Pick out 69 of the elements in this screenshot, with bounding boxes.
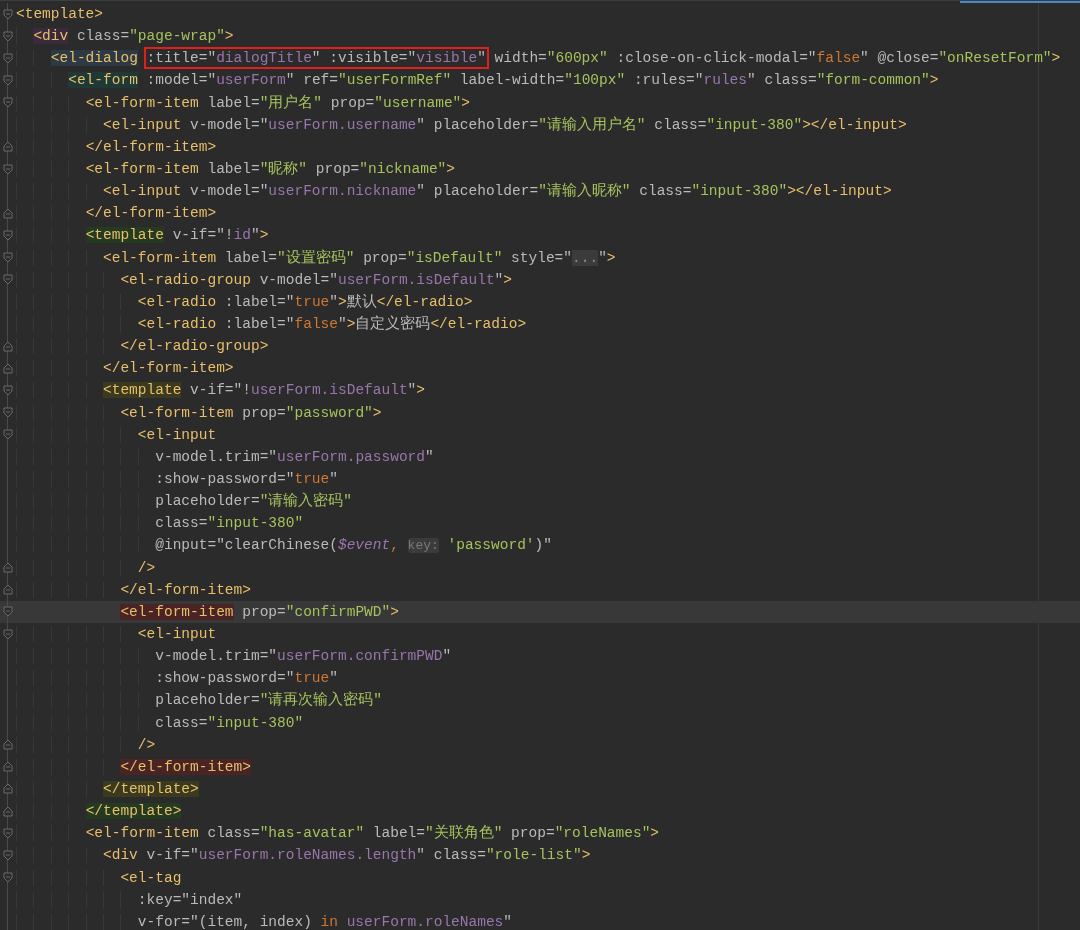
code-line: </el-form-item> xyxy=(16,136,217,157)
fold-icon[interactable] xyxy=(3,783,13,795)
code-line: @input="clearChinese($event, key: 'password')" xyxy=(16,534,552,556)
code-line: <el-radio :label="true">默认</el-radio> xyxy=(16,291,473,312)
code-line: v-for="(item, index) in userForm.roleNames" xyxy=(16,911,512,930)
code-line: <template v-if="!id"> xyxy=(16,225,269,246)
fold-icon[interactable] xyxy=(3,163,13,175)
code-line: /> xyxy=(16,557,156,578)
fold-icon[interactable] xyxy=(3,407,13,419)
code-line: <el-dialog :title="dialogTitle" :visible="visible" width="600px" :close-on-click-modal="false" @close="onResetForm"> xyxy=(16,48,1061,69)
code-line: </el-form-item> xyxy=(16,579,251,600)
fold-icon[interactable] xyxy=(3,97,13,109)
fold-icon[interactable] xyxy=(3,252,13,264)
code-line: </el-radio-group> xyxy=(16,336,269,357)
code-line: <el-form-item label="用户名" prop="username"> xyxy=(16,92,470,113)
code-line: class="input-380" xyxy=(16,513,304,534)
code-line: /> xyxy=(16,734,156,755)
fold-icon[interactable] xyxy=(3,384,13,396)
fold-icon[interactable] xyxy=(3,606,13,618)
fold-icon[interactable] xyxy=(3,141,13,153)
code-line: </el-form-item> xyxy=(16,358,234,379)
code-line: <div v-if="userForm.roleNames.length" class="role-list"> xyxy=(16,845,591,866)
fold-icon[interactable] xyxy=(3,52,13,64)
code-line: v-model.trim="userForm.confirmPWD" xyxy=(16,646,452,667)
code-line: <el-input xyxy=(16,624,217,644)
fold-icon[interactable] xyxy=(3,8,13,20)
fold-icon[interactable] xyxy=(3,739,13,751)
code-line: v-model.trim="userForm.password" xyxy=(16,446,434,467)
code-line: <template v-if="!userForm.isDefault"> xyxy=(16,380,425,401)
code-line: </template> xyxy=(16,779,199,799)
fold-icon[interactable] xyxy=(3,761,13,773)
code-line: <el-input v-model="userForm.username" placeholder="请输入用户名" class="input-380"></el-input> xyxy=(16,114,907,135)
code-line: <div class="page-wrap"> xyxy=(16,26,234,47)
code-line: <el-radio :label="false">自定义密码</el-radio> xyxy=(16,314,527,335)
fold-icon[interactable] xyxy=(3,584,13,596)
code-line: placeholder="请再次输入密码" xyxy=(16,690,383,711)
fold-icon[interactable] xyxy=(3,872,13,884)
code-line: class="input-380" xyxy=(16,712,304,733)
code-line: <el-form-item prop="confirmPWD"> xyxy=(16,601,399,622)
fold-icon[interactable] xyxy=(3,562,13,574)
code-line: <template> xyxy=(16,5,103,25)
fold-icon[interactable] xyxy=(3,75,13,86)
code-line: <el-radio-group v-model="userForm.isDefault"> xyxy=(16,269,512,290)
code-line: <el-input v-model="userForm.nickname" placeholder="请输入昵称" class="input-380"></el-input> xyxy=(16,181,892,202)
fold-icon[interactable] xyxy=(3,207,13,219)
fold-icon[interactable] xyxy=(3,805,13,817)
code-line: <el-input xyxy=(16,424,217,445)
fold-icon[interactable] xyxy=(3,274,13,286)
fold-icon[interactable] xyxy=(3,30,13,42)
code-line: </el-form-item> xyxy=(16,203,217,224)
code-line: placeholder="请输入密码" xyxy=(16,491,353,512)
code-line: <el-form :model="userForm" ref="userFormRef" label-width="100px" :rules="rules" class="form-common"> xyxy=(16,70,939,91)
code-line: <el-form-item label="昵称" prop="nickname"> xyxy=(16,159,455,180)
fold-icon[interactable] xyxy=(3,429,13,441)
code-line: <el-tag xyxy=(16,867,182,888)
fold-icon[interactable] xyxy=(3,849,13,861)
fold-icon[interactable] xyxy=(3,362,13,374)
fold-icon[interactable] xyxy=(3,628,13,640)
code-line: <el-form-item prop="password"> xyxy=(16,402,382,423)
fold-icon[interactable] xyxy=(3,229,13,241)
code-line: </el-form-item> xyxy=(16,756,251,777)
code-line: :show-password="true" xyxy=(16,469,338,489)
fold-icon[interactable] xyxy=(3,340,13,352)
code-line: :show-password="true" xyxy=(16,668,338,689)
fold-icon[interactable] xyxy=(3,827,13,839)
code-line: :key="index" xyxy=(16,889,243,910)
code-line: </template> xyxy=(16,801,182,822)
code-line: <el-form-item class="has-avatar" label="关联角色" prop="roleNames"> xyxy=(16,823,660,844)
code-line: <el-form-item label="设置密码" prop="isDefault" style="..."> xyxy=(16,247,616,268)
